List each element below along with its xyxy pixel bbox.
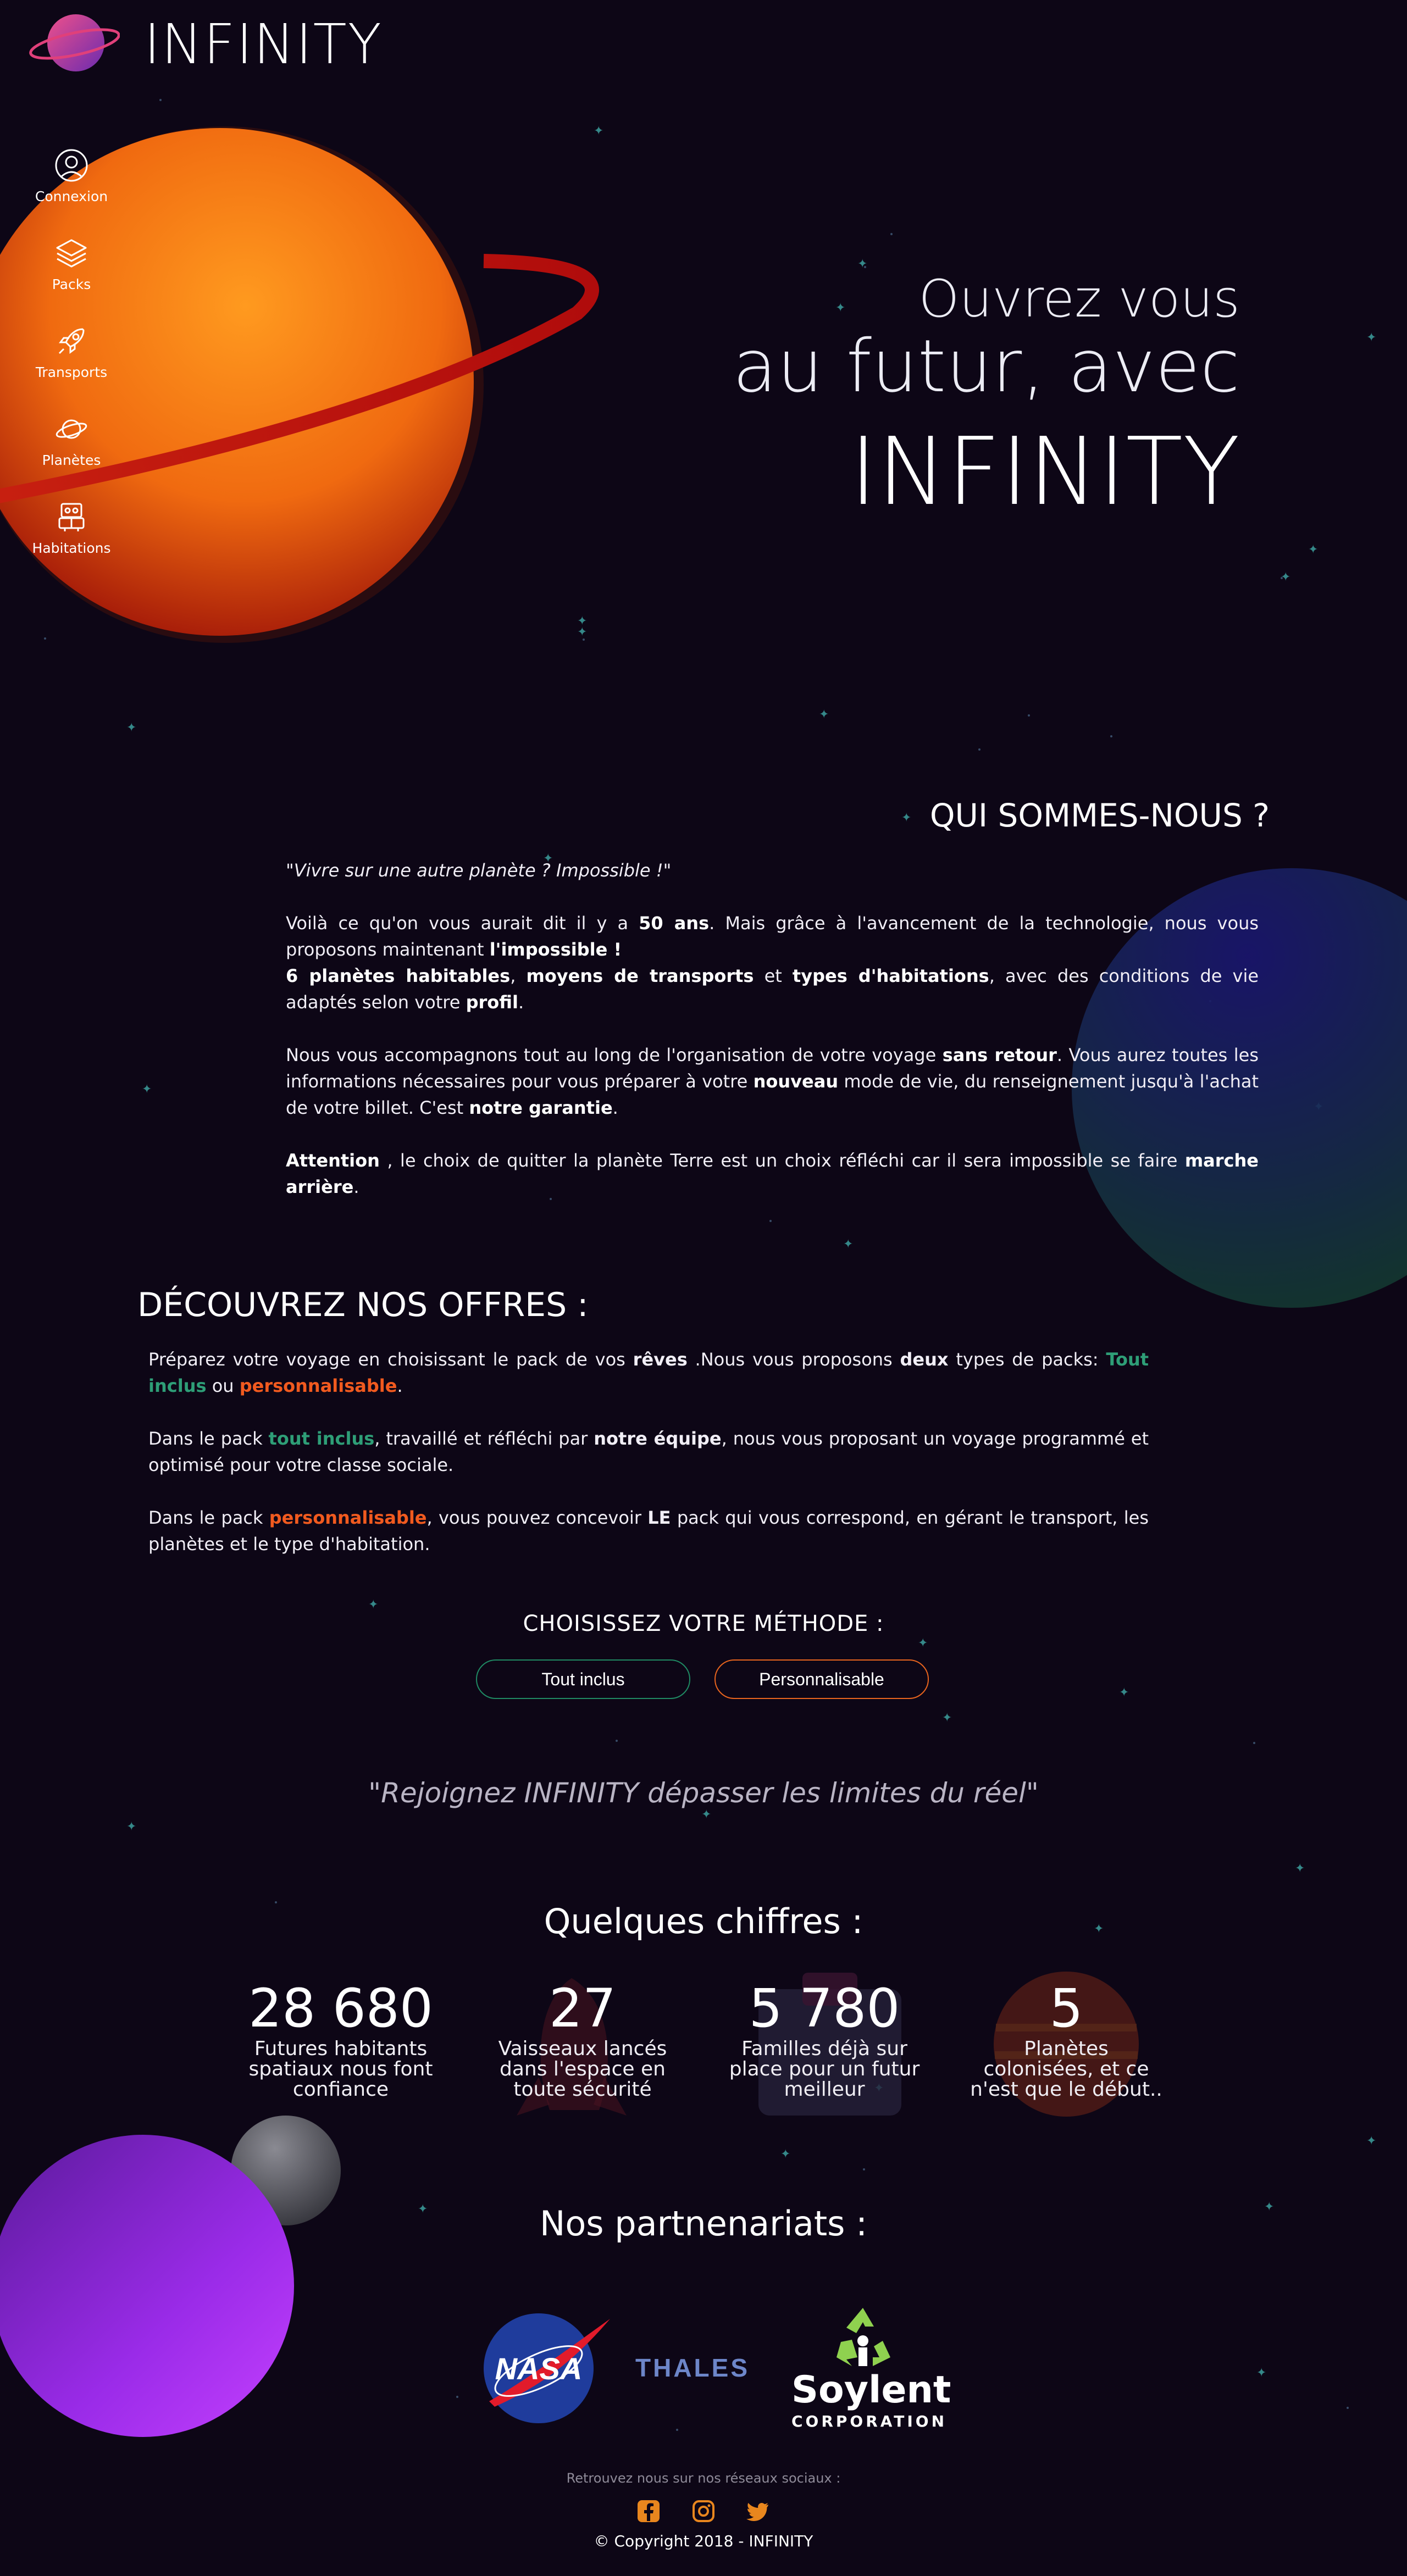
about-quote: "Vivre sur une autre planète ? Impossibl… [286, 860, 672, 881]
instagram-icon[interactable] [691, 2499, 716, 2523]
thales-logo[interactable]: THALES [635, 2353, 773, 2383]
rocket-icon [58, 328, 85, 354]
stat-value: 5 780 [749, 1978, 900, 2039]
sidebar-item-label: Planètes [42, 452, 101, 468]
stat-value: 27 [549, 1978, 617, 2039]
copyright: © Copyright 2018 - INFINITY [594, 2532, 813, 2550]
about-title: QUI SOMMES-NOUS ? [929, 797, 1270, 834]
layers-icon [56, 239, 87, 267]
offers-paragraph-2: Dans le pack tout inclus, travaillé et r… [148, 1428, 1149, 1475]
social-text: Retrouvez nous sur nos réseaux sociaux : [566, 2470, 841, 2486]
sidebar-item-transports[interactable]: Transports [22, 308, 121, 396]
sidebar-item-label: Habitations [32, 540, 111, 556]
about-paragraph-3: Attention , le choix de quitter la planè… [286, 1150, 1259, 1197]
offers-text: Préparez votre voyage en choisissant le … [148, 1346, 1149, 1584]
stat-label: Planètes colonisées, et ce n'est que le … [970, 2038, 1162, 2101]
stat-label: Futures habitants spatiaux nous font con… [248, 2038, 433, 2101]
stat-value: 5 [1049, 1978, 1083, 2039]
recycle-icon [837, 2308, 890, 2366]
stat-planetes: 5 Planètes colonisées, et ce n'est que l… [967, 1978, 1165, 2100]
nasa-logo-text: NASA [495, 2351, 583, 2386]
brand-name[interactable]: INFINITY [144, 12, 383, 76]
stat-label: Familles déjà sur place pour un futur me… [729, 2038, 920, 2101]
tout-inclus-button[interactable]: Tout inclus [476, 1659, 690, 1699]
sidebar-item-connexion[interactable]: Connexion [22, 132, 121, 220]
planet-icon [56, 419, 87, 438]
hero-line-1: Ouvrez vous [918, 269, 1240, 329]
sidebar-item-packs[interactable]: Packs [22, 220, 121, 308]
offers-paragraph-1: Préparez votre voyage en choisissant le … [148, 1349, 1149, 1396]
stats-title: Quelques chiffres : [544, 1901, 863, 1941]
stat-label: Vaisseaux lancés dans l'espace en toute … [498, 2038, 667, 2101]
about-text: "Vivre sur une autre planète ? Impossibl… [286, 857, 1259, 1226]
sidebar-item-label: Connexion [35, 188, 108, 204]
about-paragraph-1: Voilà ce qu'on vous aurait dit il y a 50… [286, 913, 1259, 1013]
soylent-logo[interactable]: Soylent [791, 2372, 951, 2409]
hero-line-2: au futur, avec [732, 324, 1240, 409]
sidebar-item-label: Transports [35, 364, 108, 380]
offers-paragraph-3: Dans le pack personnalisable, vous pouve… [148, 1507, 1149, 1555]
stat-value: 28 680 [248, 1978, 433, 2039]
logo-planet-icon[interactable] [26, 10, 120, 76]
slogan-quote: "Rejoignez INFINITY dépasser les limites… [368, 1777, 1039, 1809]
sidebar-item-label: Packs [52, 276, 91, 292]
sidebar-nav: Connexion Packs Transports Planètes Habi… [22, 132, 121, 571]
stat-habitants: 28 680 Futures habitants spatiaux nous f… [242, 1978, 440, 2100]
personnalisable-button[interactable]: Personnalisable [714, 1659, 929, 1699]
stat-vaisseaux: 27 Vaisseaux lancés dans l'espace en tou… [484, 1978, 682, 2100]
about-paragraph-2: Nous vous accompagnons tout au long de l… [286, 1045, 1259, 1118]
user-icon [55, 149, 88, 181]
stat-familles: 5 780 Familles déjà sur place pour un fu… [725, 1978, 923, 2100]
sidebar-item-habitations[interactable]: Habitations [22, 484, 121, 571]
sidebar-item-planetes[interactable]: Planètes [22, 396, 121, 484]
method-title: CHOISISSEZ VOTRE MÉTHODE : [523, 1611, 884, 1636]
purple-planet-illustration [0, 2116, 341, 2437]
hero-line-3: INFINITY [849, 418, 1240, 526]
twitter-icon[interactable] [745, 2499, 769, 2523]
partners-title: Nos partnenariats : [539, 2203, 868, 2244]
robot-icon [58, 503, 85, 531]
facebook-icon[interactable] [636, 2499, 661, 2523]
nasa-logo[interactable]: NASA [478, 2308, 621, 2429]
soylent-logo-subtitle: CORPORATION [791, 2412, 948, 2430]
offers-title: DÉCOUVREZ NOS OFFRES : [137, 1286, 589, 1324]
